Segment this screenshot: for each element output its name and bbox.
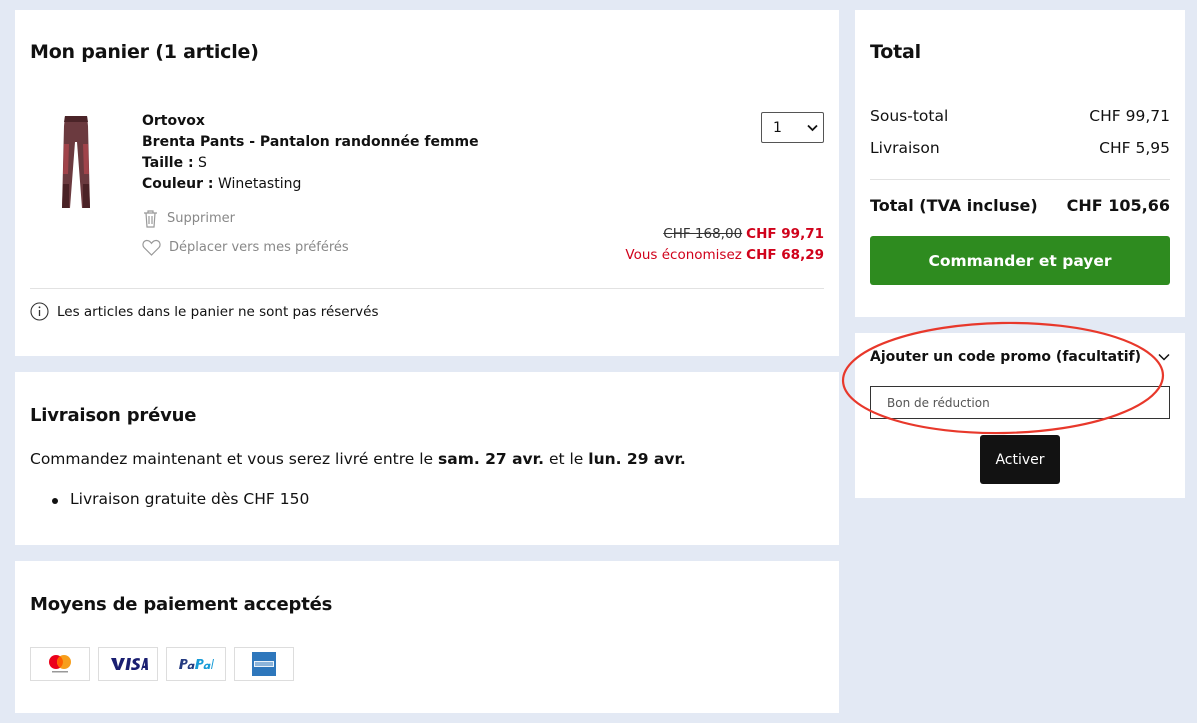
payment-panel: Moyens de paiement acceptés: [15, 561, 839, 713]
move-to-favorites-button[interactable]: Déplacer vers mes préférés: [142, 239, 349, 256]
remove-button[interactable]: Supprimer: [142, 209, 235, 228]
payment-methods: [30, 647, 294, 681]
product-info: Ortovox Brenta Pants - Pantalon randonné…: [142, 111, 479, 195]
payment-title: Moyens de paiement acceptés: [30, 594, 333, 615]
chevron-down-icon[interactable]: [1158, 353, 1170, 361]
mastercard-icon: [30, 647, 90, 681]
product-brand[interactable]: Ortovox: [142, 111, 479, 132]
product-image[interactable]: [55, 114, 97, 210]
delivery-text-mid: et le: [548, 450, 584, 468]
info-icon: [30, 302, 49, 321]
note-text: Les articles dans le panier ne sont pas …: [57, 303, 379, 320]
color-label: Couleur :: [142, 176, 214, 192]
remove-label: Supprimer: [167, 211, 235, 226]
promo-toggle[interactable]: Ajouter un code promo (facultatif): [870, 349, 1141, 365]
checkout-button[interactable]: Commander et payer: [870, 236, 1170, 285]
shipping-label: Livraison: [870, 139, 940, 157]
price-block: CHF 168,00 CHF 99,71 Vous économisez CHF …: [625, 224, 824, 266]
free-shipping-bullet: Livraison gratuite dès CHF 150: [51, 490, 310, 508]
total-row: Total (TVA incluse) CHF 105,66: [870, 196, 1170, 215]
total-value: CHF 105,66: [1066, 196, 1170, 215]
delivery-panel: Livraison prévue Commandez maintenant et…: [15, 372, 839, 545]
paypal-icon: [166, 647, 226, 681]
subtotal-value: CHF 99,71: [1089, 107, 1170, 125]
delivery-text-pre: Commandez maintenant et vous serez livré…: [30, 450, 434, 468]
delivery-date-from: sam. 27 avr.: [438, 450, 544, 468]
totals-title: Total: [870, 41, 921, 63]
savings-label: Vous économisez: [625, 247, 742, 263]
promo-code-input[interactable]: Bon de réduction: [870, 386, 1170, 419]
quantity-select[interactable]: 1: [761, 112, 824, 143]
visa-icon: [98, 647, 158, 681]
total-label: Total (TVA incluse): [870, 196, 1038, 215]
savings-amount: CHF 68,29: [746, 247, 824, 263]
color-value: Winetasting: [217, 176, 302, 192]
subtotal-label: Sous-total: [870, 107, 949, 125]
delivery-title: Livraison prévue: [30, 405, 197, 426]
subtotal-row: Sous-total CHF 99,71: [870, 107, 1170, 125]
delivery-text: Commandez maintenant et vous serez livré…: [30, 450, 686, 468]
delivery-date-to: lun. 29 avr.: [588, 450, 686, 468]
size-label: Taille :: [142, 155, 194, 171]
product-name[interactable]: Brenta Pants - Pantalon randonnée femme: [142, 132, 479, 153]
favorite-label: Déplacer vers mes préférés: [169, 240, 349, 255]
chevron-down-icon: [807, 124, 818, 131]
cart-panel: Mon panier (1 article) Ortovox Brenta Pa…: [15, 10, 839, 356]
promo-panel: Ajouter un code promo (facultatif) Bon d…: [855, 333, 1185, 498]
savings-text: Vous économisez CHF 68,29: [625, 245, 824, 266]
size-value: S: [198, 155, 207, 171]
activate-button[interactable]: Activer: [980, 435, 1060, 484]
product-size: Taille : S: [142, 153, 479, 174]
cart-title: Mon panier (1 article): [30, 41, 259, 63]
reservation-note: Les articles dans le panier ne sont pas …: [30, 302, 378, 321]
amex-icon: [234, 647, 294, 681]
quantity-value: 1: [773, 119, 782, 136]
old-price: CHF 168,00: [663, 226, 743, 242]
shipping-value: CHF 5,95: [1099, 139, 1170, 157]
divider: [30, 288, 824, 289]
trash-icon: [144, 210, 157, 228]
divider: [870, 179, 1170, 180]
shipping-row: Livraison CHF 5,95: [870, 139, 1170, 157]
product-color: Couleur : Winetasting: [142, 174, 479, 195]
totals-panel: Total Sous-total CHF 99,71 Livraison CHF…: [855, 10, 1185, 317]
heart-icon: [142, 239, 161, 256]
sale-price: CHF 99,71: [746, 226, 824, 242]
